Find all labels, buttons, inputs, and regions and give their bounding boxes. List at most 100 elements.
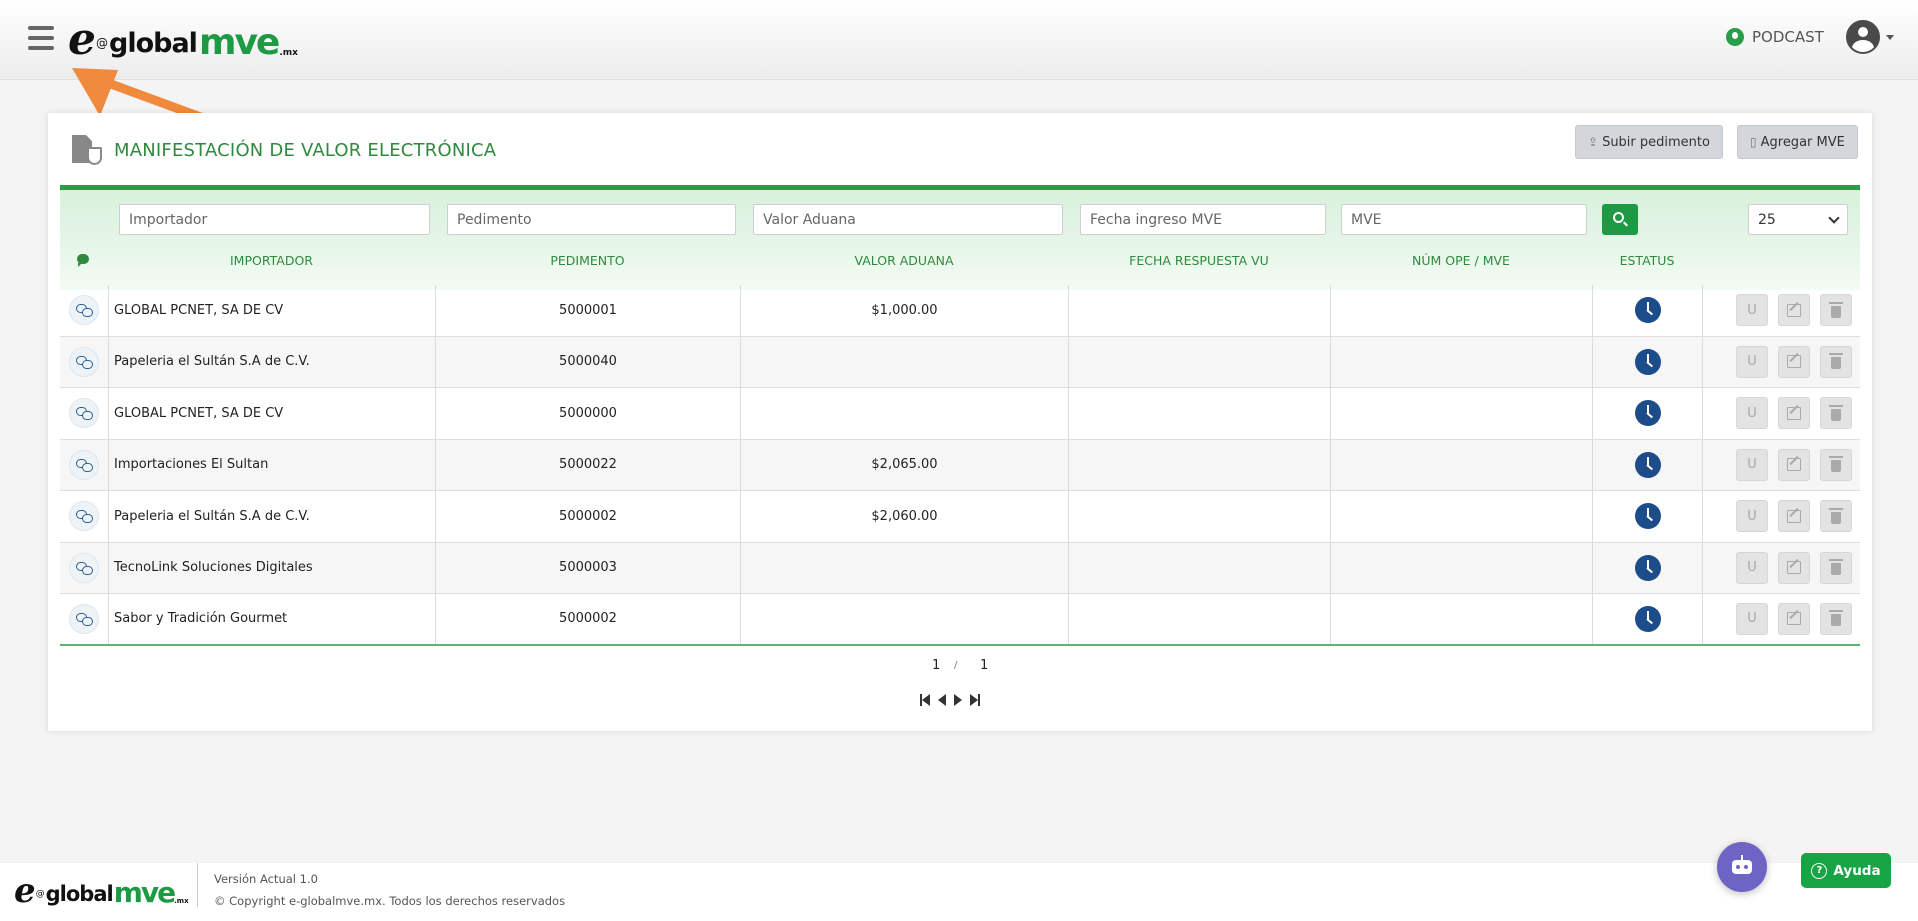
trash-icon: [1829, 456, 1843, 473]
card-header: MANIFESTACIÓN DE VALOR ELECTRÓNICA: [72, 135, 496, 165]
status-pending-clock-icon[interactable]: [1634, 297, 1661, 324]
edit-icon: [1787, 612, 1801, 626]
cell-valor-aduana: [740, 388, 1068, 439]
hamburger-menu-icon[interactable]: [28, 26, 54, 52]
comments-icon[interactable]: [69, 449, 99, 480]
comments-icon[interactable]: [69, 295, 99, 326]
filter-header: Importador Pedimento Valor Aduana Fecha …: [60, 190, 1860, 290]
comments-header-icon: [77, 254, 89, 267]
u-action-button[interactable]: U: [1736, 551, 1768, 584]
cell-pedimento: 5000000: [435, 388, 740, 439]
cell-num-ope: [1330, 336, 1592, 387]
edit-button[interactable]: [1778, 397, 1810, 430]
valor-aduana-filter-input[interactable]: Valor Aduana: [753, 204, 1063, 235]
col-num-ope[interactable]: NÚM OPE / MVE: [1330, 248, 1592, 274]
comments-icon[interactable]: [69, 603, 99, 634]
status-pending-clock-icon[interactable]: [1634, 554, 1661, 581]
u-action-button[interactable]: U: [1736, 397, 1768, 430]
fecha-ingreso-filter-input[interactable]: Fecha ingreso MVE: [1080, 204, 1326, 235]
u-action-button[interactable]: U: [1736, 345, 1768, 378]
col-estatus[interactable]: ESTATUS: [1592, 248, 1702, 274]
footer-version: Versión Actual 1.0: [214, 872, 318, 886]
next-page-icon[interactable]: [954, 694, 962, 706]
trash-icon: [1829, 301, 1843, 318]
help-button[interactable]: ? Ayuda: [1801, 853, 1891, 888]
delete-button[interactable]: [1820, 500, 1852, 533]
edit-icon: [1787, 458, 1801, 472]
cell-pedimento: 5000003: [435, 542, 740, 593]
mve-filter-input[interactable]: MVE: [1341, 204, 1587, 235]
importador-filter-input[interactable]: Importador: [119, 204, 430, 235]
table-row: GLOBAL PCNET, SA DE CV 5000001 $1,000.00…: [60, 285, 1860, 337]
top-header: e @ global mve .mx PODCAST: [0, 0, 1918, 80]
edit-button[interactable]: [1778, 602, 1810, 635]
footer-divider: [197, 863, 198, 907]
col-pedimento[interactable]: PEDIMENTO: [435, 248, 740, 274]
cell-num-ope: [1330, 285, 1592, 336]
agregar-mve-button[interactable]: ▯ Agregar MVE: [1737, 125, 1858, 159]
chatbot-robot-icon[interactable]: [1717, 842, 1767, 892]
comments-icon[interactable]: [69, 552, 99, 583]
trash-icon: [1829, 404, 1843, 421]
cell-fecha-respuesta: [1068, 439, 1330, 490]
cell-valor-aduana: $2,060.00: [740, 491, 1068, 542]
delete-button[interactable]: [1820, 602, 1852, 635]
col-fecha-respuesta[interactable]: FECHA RESPUESTA VU: [1068, 248, 1330, 274]
edit-button[interactable]: [1778, 448, 1810, 481]
table-row: Importaciones El Sultan 5000022 $2,065.0…: [60, 439, 1860, 491]
comments-icon[interactable]: [69, 398, 99, 429]
cell-pedimento: 5000040: [435, 336, 740, 387]
subir-pedimento-button[interactable]: ⇪ Subir pedimento: [1575, 125, 1723, 159]
delete-button[interactable]: [1820, 397, 1852, 430]
status-pending-clock-icon[interactable]: [1634, 451, 1661, 478]
col-valor-aduana[interactable]: VALOR ADUANA: [740, 248, 1068, 274]
col-importador[interactable]: IMPORTADOR: [108, 248, 435, 274]
cell-importador: GLOBAL PCNET, SA DE CV: [108, 388, 435, 439]
document-shield-icon: [72, 135, 102, 165]
pedimento-filter-input[interactable]: Pedimento: [447, 204, 736, 235]
delete-button[interactable]: [1820, 551, 1852, 584]
page-footer: e @ global mve .mx Versión Actual 1.0 © Copy…: [0, 863, 1918, 921]
cell-pedimento: 5000022: [435, 439, 740, 490]
cell-num-ope: [1330, 594, 1592, 644]
status-pending-clock-icon[interactable]: [1634, 503, 1661, 530]
comments-icon[interactable]: [69, 501, 99, 532]
mve-table-body: GLOBAL PCNET, SA DE CV 5000001 $1,000.00…: [60, 285, 1860, 646]
cell-importador: Papeleria el Sultán S.A de C.V.: [108, 491, 435, 542]
last-page-icon[interactable]: [970, 694, 980, 706]
search-button[interactable]: [1602, 204, 1638, 235]
user-menu[interactable]: [1846, 20, 1894, 54]
delete-button[interactable]: [1820, 345, 1852, 378]
u-action-button[interactable]: U: [1736, 448, 1768, 481]
cell-fecha-respuesta: [1068, 594, 1330, 644]
cell-valor-aduana: $2,065.00: [740, 439, 1068, 490]
cell-valor-aduana: $1,000.00: [740, 285, 1068, 336]
edit-button[interactable]: [1778, 294, 1810, 327]
trash-icon: [1829, 353, 1843, 370]
podcast-link[interactable]: PODCAST: [1726, 28, 1824, 46]
cell-valor-aduana: [740, 594, 1068, 644]
edit-button[interactable]: [1778, 500, 1810, 533]
question-circle-icon: ?: [1811, 862, 1828, 879]
edit-button[interactable]: [1778, 551, 1810, 584]
u-action-button[interactable]: U: [1736, 294, 1768, 327]
delete-button[interactable]: [1820, 448, 1852, 481]
prev-page-icon[interactable]: [938, 694, 946, 706]
u-action-button[interactable]: U: [1736, 500, 1768, 533]
first-page-icon[interactable]: [920, 694, 930, 706]
brand-logo[interactable]: e @ global mve .mx: [68, 18, 298, 62]
u-action-button[interactable]: U: [1736, 602, 1768, 635]
status-pending-clock-icon[interactable]: [1634, 348, 1661, 375]
status-pending-clock-icon[interactable]: [1634, 400, 1661, 427]
status-pending-clock-icon[interactable]: [1634, 605, 1661, 632]
per-page-select[interactable]: 25: [1748, 204, 1848, 235]
edit-icon: [1787, 303, 1801, 317]
comments-icon[interactable]: [69, 346, 99, 377]
table-row: GLOBAL PCNET, SA DE CV 5000000 U: [60, 388, 1860, 440]
trash-icon: [1829, 610, 1843, 627]
table-row: Papeleria el Sultán S.A de C.V. 5000040 …: [60, 336, 1860, 388]
edit-button[interactable]: [1778, 345, 1810, 378]
footer-copyright: © Copyright e-globalmve.mx. Todos los de…: [214, 894, 566, 908]
delete-button[interactable]: [1820, 294, 1852, 327]
cell-pedimento: 5000001: [435, 285, 740, 336]
